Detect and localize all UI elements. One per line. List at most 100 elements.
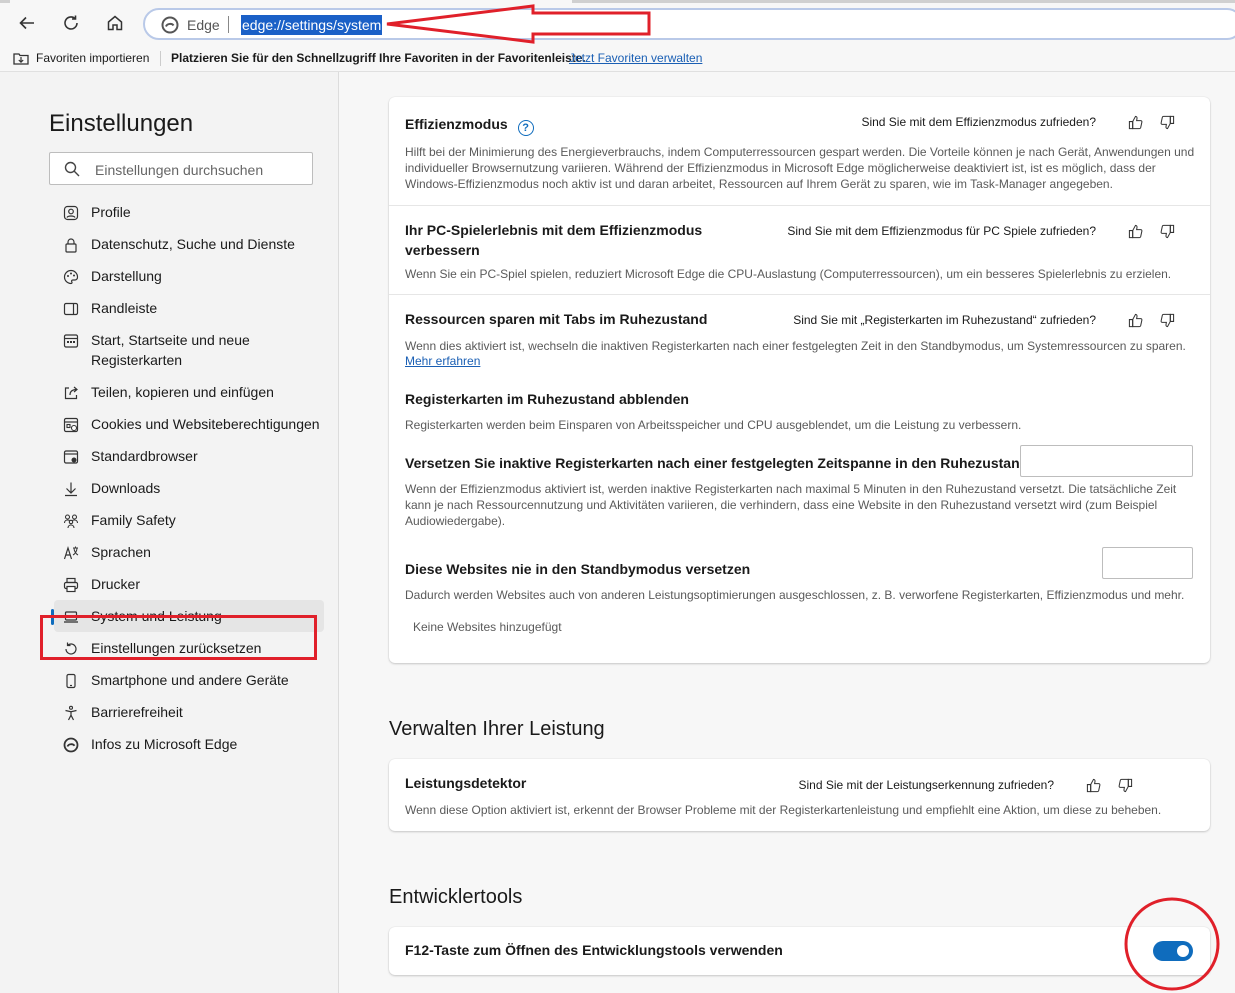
devtools-card: F12-Taste zum Öffnen des Entwicklungstoo… bbox=[389, 927, 1210, 975]
sleep-timeout-title: Versetzen Sie inaktive Registerkarten na… bbox=[405, 455, 1033, 471]
sidebar-item-printers[interactable]: Drucker bbox=[54, 568, 324, 600]
learn-more-link[interactable]: Mehr erfahren bbox=[405, 354, 480, 368]
sidebar-item-label: Profile bbox=[91, 204, 131, 220]
thumbs-down-icon[interactable] bbox=[1158, 222, 1176, 240]
sidebar-item-share[interactable]: Teilen, kopieren und einfügen bbox=[54, 376, 324, 408]
settings-nav: Profile Datenschutz, Suche und Dienste D… bbox=[51, 196, 324, 760]
detector-feedback: Sind Sie mit der Leistungserkennung zufr… bbox=[799, 776, 1135, 794]
gaming-desc: Wenn Sie ein PC-Spiel spielen, reduziert… bbox=[405, 267, 1172, 281]
sidebar-item-privacy[interactable]: Datenschutz, Suche und Dienste bbox=[54, 228, 324, 260]
back-arrow-icon bbox=[19, 16, 34, 30]
efficiency-mode-title: Effizienzmodus bbox=[405, 116, 508, 132]
feedback-question: Sind Sie mit dem Effizienzmodus für PC S… bbox=[787, 224, 1096, 238]
tab-strip-edge bbox=[572, 0, 1235, 3]
thumbs-up-icon[interactable] bbox=[1126, 222, 1144, 240]
palette-icon bbox=[62, 268, 80, 286]
settings-sidebar: Einstellungen Einstellungen durchsuchen … bbox=[0, 72, 339, 993]
refresh-icon bbox=[64, 15, 78, 30]
address-url[interactable]: edge://settings/system bbox=[241, 15, 383, 35]
thumbs-down-icon[interactable] bbox=[1116, 776, 1134, 794]
sidebar-item-cookies[interactable]: Cookies und Websiteberechtigungen bbox=[54, 408, 324, 440]
sidebar-item-label: Family Safety bbox=[91, 512, 176, 528]
annotation-arrow bbox=[386, 4, 651, 44]
tab-strip-edge bbox=[0, 0, 10, 3]
sidebar-panel-icon bbox=[62, 300, 80, 318]
home-button[interactable] bbox=[100, 8, 130, 38]
detector-title: Leistungsdetektor bbox=[405, 775, 527, 791]
favorites-bar: Favoriten importieren Platzieren Sie für… bbox=[0, 46, 1235, 72]
sidebar-item-family-safety[interactable]: Family Safety bbox=[54, 504, 324, 536]
performance-card: Leistungsdetektor Sind Sie mit der Leist… bbox=[389, 759, 1210, 831]
download-icon bbox=[62, 480, 80, 498]
sleep-timeout-dropdown[interactable] bbox=[1020, 445, 1193, 477]
annotation-highlight-box bbox=[40, 615, 317, 660]
sidebar-item-accessibility[interactable]: Barrierefreiheit bbox=[54, 696, 324, 728]
refresh-button[interactable] bbox=[56, 8, 86, 38]
manage-favorites-link[interactable]: Jetzt Favoriten verwalten bbox=[569, 51, 702, 65]
annotation-circle bbox=[1124, 897, 1220, 991]
thumbs-up-icon[interactable] bbox=[1126, 311, 1144, 329]
edge-logo-icon bbox=[62, 736, 80, 754]
back-button[interactable] bbox=[12, 8, 42, 38]
sidebar-item-about-edge[interactable]: Infos zu Microsoft Edge bbox=[54, 728, 324, 760]
home-grid-icon bbox=[62, 332, 80, 350]
sleeping-tabs-feedback: Sind Sie mit „Registerkarten im Ruhezust… bbox=[793, 311, 1176, 329]
add-site-button[interactable] bbox=[1102, 547, 1193, 579]
accessibility-icon bbox=[62, 704, 80, 722]
f12-title: F12-Taste zum Öffnen des Entwicklungstoo… bbox=[405, 942, 783, 958]
detector-desc: Wenn diese Option aktiviert ist, erkennt… bbox=[405, 803, 1162, 817]
scrolled-heading-fragment bbox=[416, 72, 496, 74]
gaming-row: Ihr PC-Spielerlebnis mit dem Effizienzmo… bbox=[389, 206, 1210, 295]
sleeping-tabs-desc: Wenn dies aktiviert ist, wechseln die in… bbox=[405, 339, 1186, 353]
sidebar-item-downloads[interactable]: Downloads bbox=[54, 472, 324, 504]
favorites-separator bbox=[160, 51, 161, 66]
sidebar-item-appearance[interactable]: Darstellung bbox=[54, 260, 324, 292]
fade-tabs-title: Registerkarten im Ruhezustand abblenden bbox=[405, 391, 689, 407]
sidebar-item-start-home[interactable]: Start, Startseite und neue Registerkarte… bbox=[54, 324, 324, 376]
sidebar-item-sidebar[interactable]: Randleiste bbox=[54, 292, 324, 324]
profile-icon bbox=[62, 204, 80, 222]
sidebar-item-label: Cookies und Websiteberechtigungen bbox=[91, 416, 320, 432]
gaming-feedback: Sind Sie mit dem Effizienzmodus für PC S… bbox=[787, 222, 1176, 240]
thumbs-up-icon[interactable] bbox=[1084, 776, 1102, 794]
import-icon bbox=[13, 53, 29, 65]
gaming-title: Ihr PC-Spielerlebnis mit dem Effizienzmo… bbox=[405, 222, 703, 258]
sidebar-item-label: Downloads bbox=[91, 480, 161, 496]
sidebar-item-phone-devices[interactable]: Smartphone und andere Geräte bbox=[54, 664, 324, 696]
efficiency-feedback: Sind Sie mit dem Effizienzmodus zufriede… bbox=[861, 113, 1176, 131]
browser-icon bbox=[62, 448, 80, 466]
sidebar-item-languages[interactable]: Sprachen bbox=[54, 536, 324, 568]
feedback-question: Sind Sie mit „Registerkarten im Ruhezust… bbox=[793, 313, 1096, 327]
performance-heading: Verwalten Ihrer Leistung bbox=[389, 718, 605, 740]
sidebar-item-default-browser[interactable]: Standardbrowser bbox=[54, 440, 324, 472]
favorites-message: Platzieren Sie für den Schnellzugriff Ih… bbox=[171, 51, 586, 65]
settings-search-input[interactable]: Einstellungen durchsuchen bbox=[49, 152, 313, 185]
help-icon[interactable]: ? bbox=[517, 120, 534, 136]
thumbs-up-icon[interactable] bbox=[1126, 113, 1144, 131]
settings-title: Einstellungen bbox=[49, 110, 194, 137]
sidebar-item-label: Drucker bbox=[91, 576, 141, 592]
import-favorites-label: Favoriten importieren bbox=[36, 51, 150, 65]
devtools-heading: Entwicklertools bbox=[389, 886, 523, 908]
sidebar-item-label: Teilen, kopieren und einfügen bbox=[91, 384, 274, 400]
feedback-question: Sind Sie mit der Leistungserkennung zufr… bbox=[798, 778, 1055, 792]
home-icon bbox=[107, 15, 123, 31]
thumbs-down-icon[interactable] bbox=[1158, 311, 1176, 329]
thumbs-down-icon[interactable] bbox=[1158, 113, 1176, 131]
sidebar-item-profile[interactable]: Profile bbox=[54, 196, 324, 228]
share-icon bbox=[62, 384, 80, 402]
address-separator bbox=[228, 16, 229, 33]
address-bar[interactable]: Edge edge://settings/system bbox=[143, 8, 1235, 40]
sidebar-item-label: Barrierefreiheit bbox=[91, 704, 183, 720]
import-favorites-button[interactable]: Favoriten importieren bbox=[12, 50, 149, 66]
sleep-timeout-desc: Wenn der Effizienzmodus aktiviert ist, w… bbox=[405, 482, 1177, 528]
sleeping-tabs-title: Ressourcen sparen mit Tabs im Ruhezustan… bbox=[405, 311, 708, 327]
sidebar-item-label: Datenschutz, Suche und Dienste bbox=[91, 236, 295, 252]
efficiency-mode-desc: Hilft bei der Minimierung des Energiever… bbox=[405, 145, 1195, 191]
sidebar-item-label: Darstellung bbox=[91, 268, 162, 284]
search-icon bbox=[64, 161, 80, 177]
sidebar-item-label: Start, Startseite und neue Registerkarte… bbox=[91, 332, 250, 368]
efficiency-mode-title-wrap: Effizienzmodus ? bbox=[405, 114, 534, 136]
sleeping-tabs-group: Ressourcen sparen mit Tabs im Ruhezustan… bbox=[389, 295, 1210, 663]
family-icon bbox=[62, 512, 80, 530]
